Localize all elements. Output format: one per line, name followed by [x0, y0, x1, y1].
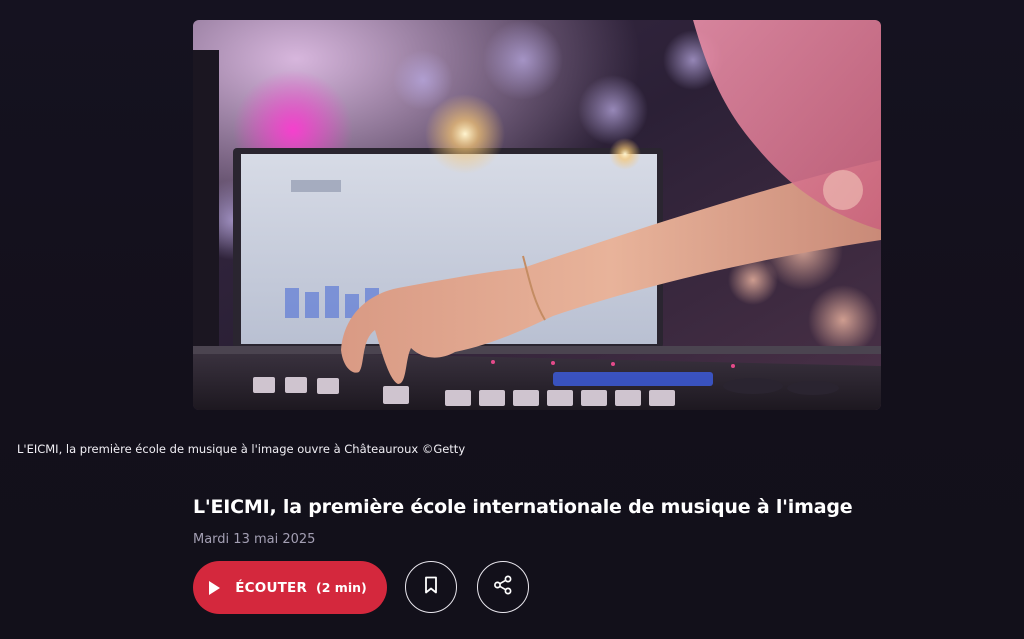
bookmark-button[interactable] [405, 561, 457, 613]
image-caption: L'EICMI, la première école de musique à … [17, 442, 466, 456]
share-icon [493, 575, 513, 599]
listen-duration: (2 min) [316, 580, 367, 595]
listen-button[interactable]: ÉCOUTER (2 min) [193, 561, 387, 614]
play-icon [209, 580, 221, 595]
share-button[interactable] [477, 561, 529, 613]
hero-image [193, 20, 881, 410]
page: L'EICMI, la première école de musique à … [0, 0, 1024, 639]
listen-button-label: ÉCOUTER [235, 579, 308, 596]
bookmark-icon [424, 576, 438, 598]
article-date: Mardi 13 mai 2025 [193, 532, 316, 547]
article-title: L'EICMI, la première école international… [193, 496, 853, 518]
